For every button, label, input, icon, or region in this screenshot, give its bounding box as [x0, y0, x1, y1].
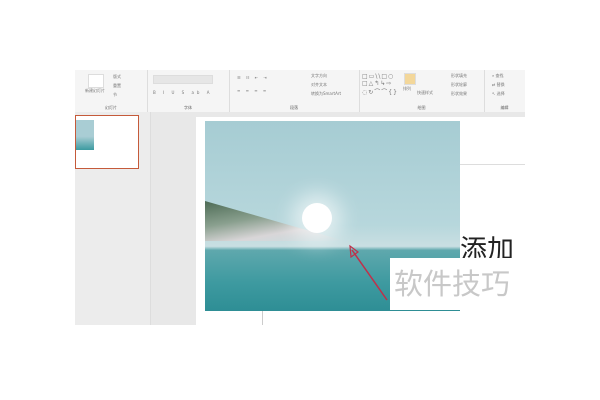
annotation-arrow	[349, 244, 388, 301]
arrow-shaft	[351, 249, 388, 301]
arrow-head-icon	[349, 244, 360, 259]
